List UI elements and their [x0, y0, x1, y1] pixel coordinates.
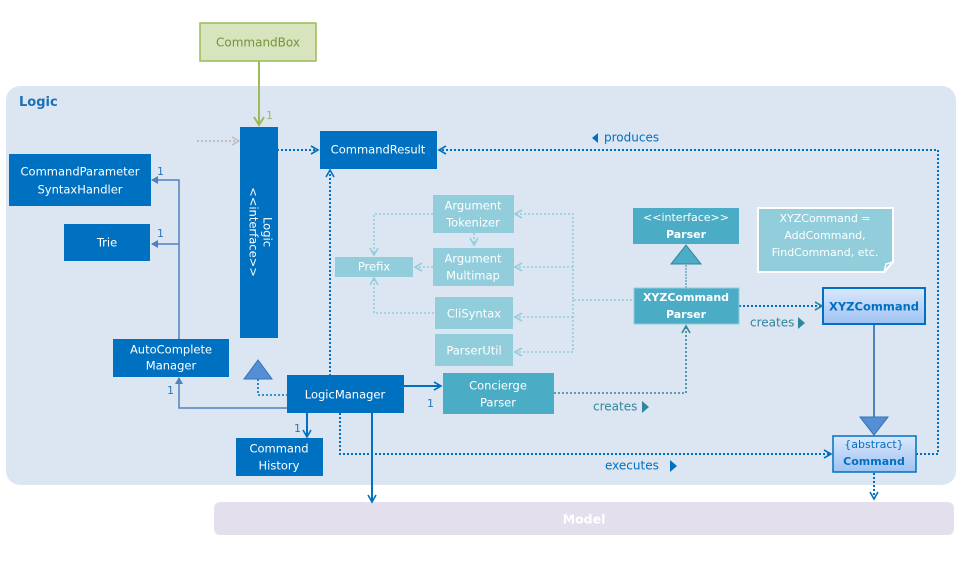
edge-label-executes: executes: [605, 459, 659, 473]
logic-interface-node[interactable]: <<interface>> Logic: [240, 127, 278, 338]
argument-tokenizer-line1: Argument: [444, 199, 502, 213]
xyz-command-parser-line2: Parser: [666, 308, 707, 321]
mult-acm-cpsh: 1: [157, 165, 164, 178]
cli-syntax-label: CliSyntax: [447, 307, 501, 321]
command-box-label: CommandBox: [216, 36, 300, 50]
abstract-command-node[interactable]: {abstract} Command: [832, 435, 917, 473]
mult-lm-concierge: 1: [427, 397, 434, 410]
trie-node[interactable]: Trie: [64, 224, 150, 261]
concierge-parser-line2: Parser: [480, 396, 516, 410]
acm-line1: AutoComplete: [130, 343, 212, 357]
prefix-label: Prefix: [358, 260, 391, 274]
xyz-command-parser-line1: XYZCommand: [643, 291, 729, 304]
parser-util-label: ParserUtil: [446, 344, 501, 358]
edge-label-creates-parser: creates: [593, 400, 637, 414]
xyz-command-note: XYZCommand = AddCommand, FindCommand, et…: [757, 207, 894, 273]
command-box-node[interactable]: CommandBox: [199, 22, 317, 62]
trie-label: Trie: [96, 236, 117, 250]
acm-line2: Manager: [146, 359, 197, 373]
logic-manager-label: LogicManager: [305, 388, 386, 402]
argument-multimap-line2: Multimap: [446, 269, 500, 283]
concierge-parser-node[interactable]: Concierge Parser: [443, 373, 554, 414]
mult-lm-acm: 1: [167, 384, 174, 397]
logic-manager-node[interactable]: LogicManager: [287, 375, 404, 413]
argument-tokenizer-line2: Tokenizer: [445, 216, 500, 230]
argument-multimap-line1: Argument: [444, 252, 502, 266]
parser-util-node[interactable]: ParserUtil: [435, 334, 513, 366]
argument-tokenizer-node[interactable]: Argument Tokenizer: [433, 195, 514, 233]
abstract-command-stereotype: {abstract}: [844, 438, 903, 451]
argument-multimap-node[interactable]: Argument Multimap: [433, 248, 514, 286]
concierge-parser-line1: Concierge: [469, 379, 527, 393]
note-line1: XYZCommand =: [779, 212, 870, 225]
mult-lm-history: 1: [294, 422, 301, 435]
xyz-command-parser-node[interactable]: XYZCommand Parser: [633, 287, 740, 325]
parser-interface-stereotype: <<interface>>: [643, 211, 729, 224]
command-history-line2: History: [259, 459, 300, 473]
mult-commandbox-logic: 1: [266, 109, 273, 122]
logic-interface-name: Logic: [261, 217, 275, 247]
architecture-diagram: Logic Model 1 produces 1 1 1 1 1 execute…: [6, 22, 956, 535]
logic-package-label: Logic: [19, 95, 58, 110]
mult-acm-trie: 1: [157, 227, 164, 240]
parser-interface-name: Parser: [666, 228, 707, 241]
command-history-line1: Command: [249, 442, 308, 456]
abstract-command-name: Command: [843, 455, 905, 468]
command-history-node[interactable]: Command History: [236, 438, 323, 476]
xyz-command-label: XYZCommand: [829, 300, 919, 314]
xyz-command-node[interactable]: XYZCommand: [822, 287, 926, 325]
autocomplete-manager-node[interactable]: AutoComplete Manager: [113, 339, 229, 377]
edge-label-creates-xyz: creates: [750, 316, 794, 330]
note-line3: FindCommand, etc.: [772, 246, 879, 259]
model-package-label: Model: [563, 512, 606, 527]
logic-interface-stereotype: <<interface>>: [247, 187, 261, 277]
parser-interface-node[interactable]: <<interface>> Parser: [633, 208, 739, 244]
command-result-label: CommandResult: [331, 143, 426, 157]
note-line2: AddCommand,: [784, 229, 865, 242]
cpsh-line2: SyntaxHandler: [37, 183, 122, 197]
edge-label-produces: produces: [604, 131, 659, 145]
cpsh-line1: CommandParameter: [21, 165, 140, 179]
cli-syntax-node[interactable]: CliSyntax: [435, 297, 513, 329]
command-parameter-syntax-handler-node[interactable]: CommandParameter SyntaxHandler: [9, 154, 151, 206]
prefix-node[interactable]: Prefix: [335, 257, 413, 277]
command-result-node[interactable]: CommandResult: [320, 131, 437, 169]
